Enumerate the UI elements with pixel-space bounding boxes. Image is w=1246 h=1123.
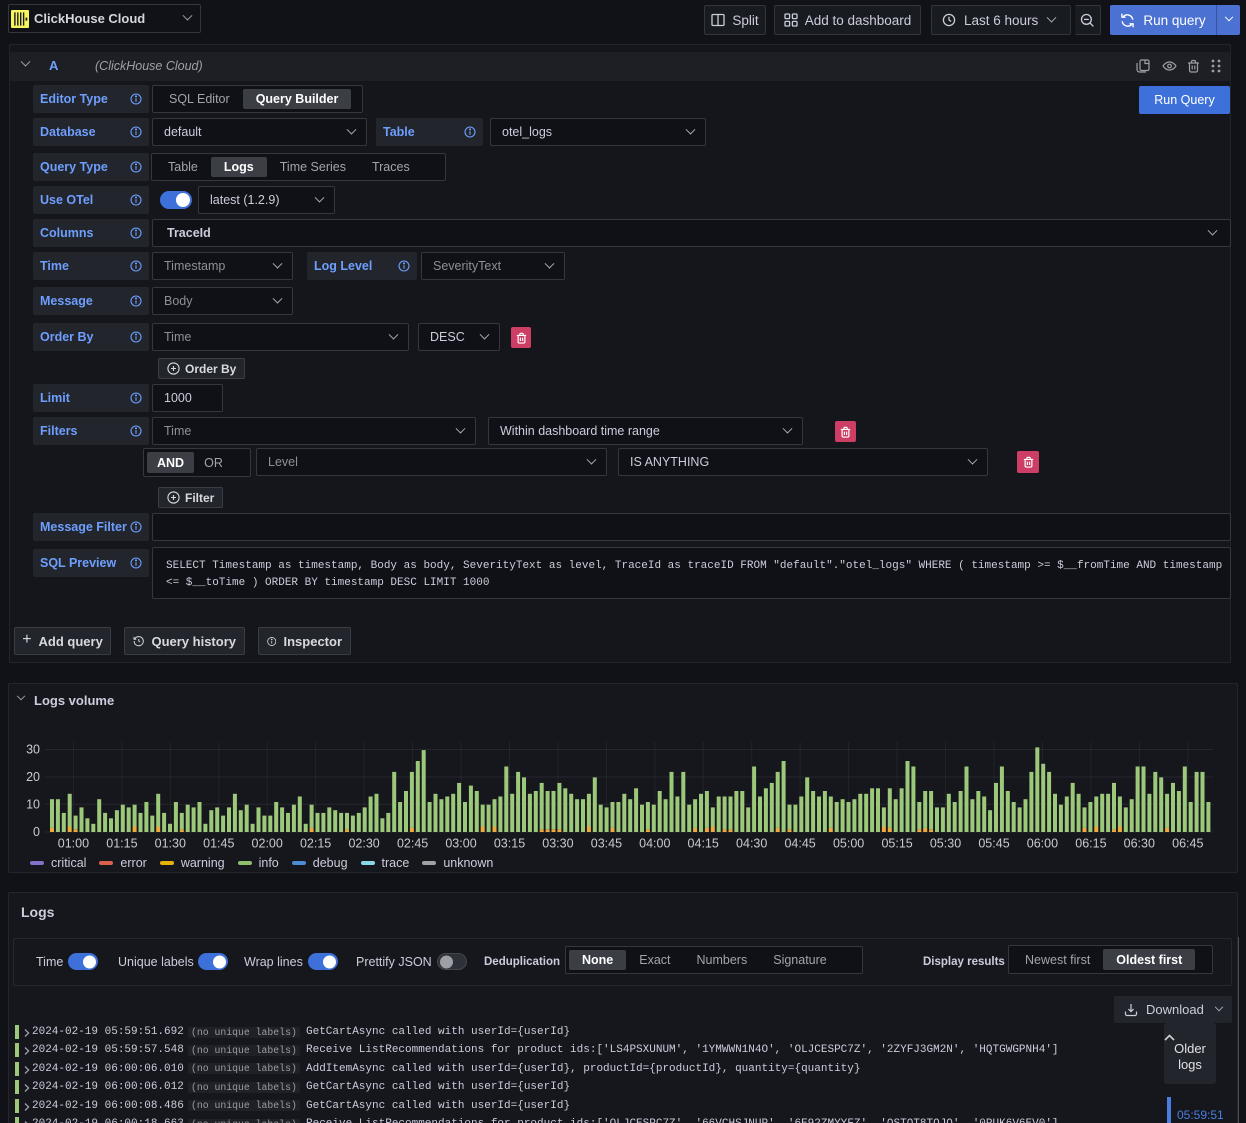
- svg-text:01:15: 01:15: [106, 837, 137, 851]
- svg-text:03:15: 03:15: [494, 837, 525, 851]
- svg-text:05:45: 05:45: [978, 837, 1009, 851]
- svg-text:01:30: 01:30: [155, 837, 186, 851]
- svg-text:03:30: 03:30: [542, 837, 573, 851]
- svg-text:05:00: 05:00: [833, 837, 864, 851]
- svg-text:04:00: 04:00: [639, 837, 670, 851]
- svg-text:06:45: 06:45: [1172, 837, 1203, 851]
- svg-text:06:00: 06:00: [1027, 837, 1058, 851]
- svg-text:01:00: 01:00: [58, 837, 89, 851]
- svg-text:10: 10: [26, 798, 40, 812]
- svg-text:01:45: 01:45: [203, 837, 234, 851]
- svg-text:04:15: 04:15: [688, 837, 719, 851]
- svg-text:03:00: 03:00: [445, 837, 476, 851]
- svg-text:02:00: 02:00: [252, 837, 283, 851]
- svg-text:20: 20: [26, 770, 40, 784]
- svg-text:04:30: 04:30: [736, 837, 767, 851]
- svg-text:03:45: 03:45: [591, 837, 622, 851]
- svg-text:05:15: 05:15: [881, 837, 912, 851]
- svg-text:04:45: 04:45: [784, 837, 815, 851]
- svg-text:05:30: 05:30: [930, 837, 961, 851]
- svg-text:02:45: 02:45: [397, 837, 428, 851]
- svg-text:06:15: 06:15: [1075, 837, 1106, 851]
- svg-text:02:15: 02:15: [300, 837, 331, 851]
- svg-text:30: 30: [26, 743, 40, 757]
- svg-text:02:30: 02:30: [348, 837, 379, 851]
- svg-text:06:30: 06:30: [1124, 837, 1155, 851]
- svg-text:0: 0: [33, 825, 40, 839]
